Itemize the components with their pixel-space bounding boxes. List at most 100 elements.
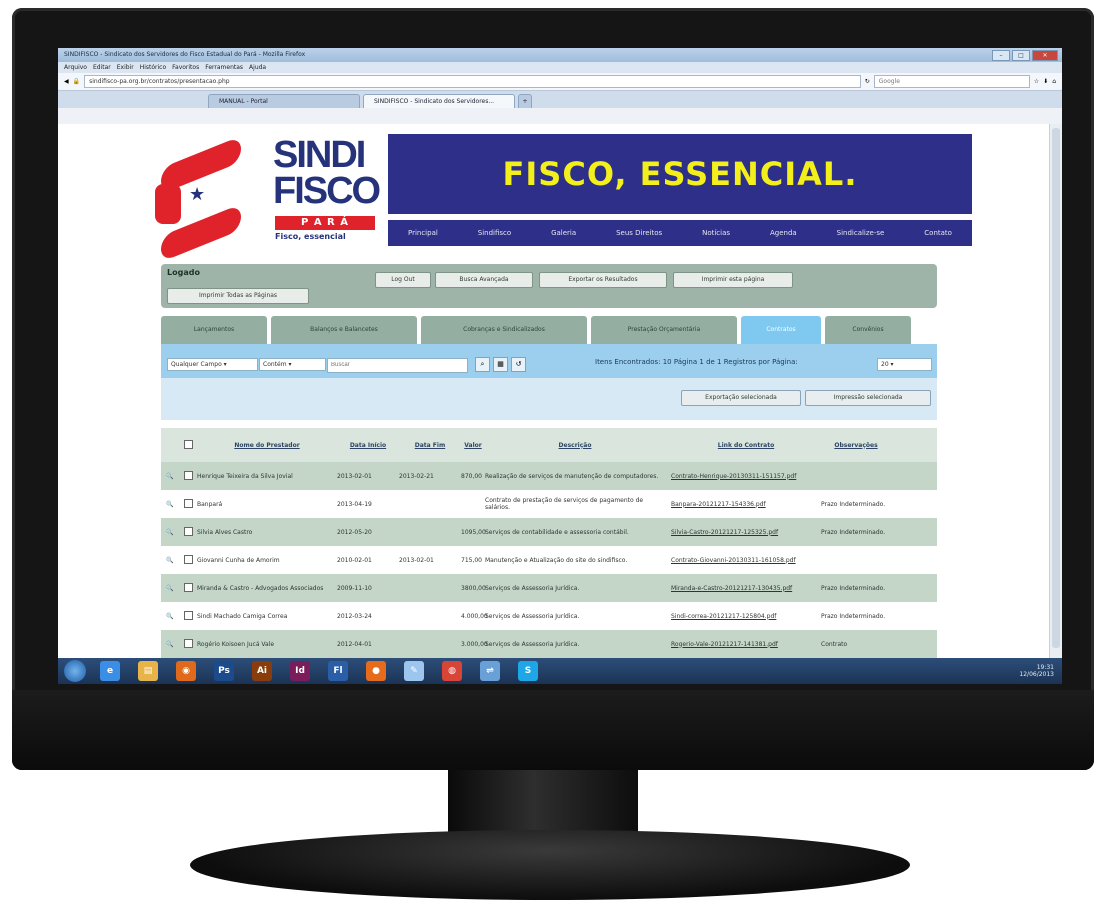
table-row[interactable]: 🔍 Giovanni Cunha de Amorim 2010-02-01 2013-…	[161, 546, 937, 574]
page-scrollbar[interactable]	[1049, 124, 1062, 658]
table-row[interactable]: 🔍 Henrique Teixeira da Silva Jovial 2013-0…	[161, 462, 937, 490]
nav-sindifisco[interactable]: Sindifisco	[478, 229, 511, 237]
notes-icon[interactable]: ✎	[404, 661, 424, 681]
reset-icon[interactable]: ↺	[511, 357, 526, 372]
download-icon[interactable]: ⬇	[1043, 78, 1048, 85]
maximize-button[interactable]: □	[1012, 50, 1030, 61]
tab-lancamentos[interactable]: Lançamentos	[161, 316, 267, 344]
logout-button[interactable]: Log Out	[375, 272, 431, 288]
network-icon[interactable]: ⇌	[480, 661, 500, 681]
photoshop-icon[interactable]: Ps	[214, 661, 234, 681]
url-field[interactable]: sindifisco-pa.org.br/contratos/presentac…	[84, 75, 861, 88]
row-checkbox[interactable]	[179, 526, 197, 538]
cell-link[interactable]: Sindi-correa-20121217-125804.pdf	[671, 613, 821, 620]
tab-manual-portal[interactable]: MANUAL - Portal	[208, 94, 360, 108]
search-icon[interactable]: ⌕	[475, 357, 490, 372]
row-checkbox[interactable]	[179, 610, 197, 622]
folder-icon[interactable]: ▤	[138, 661, 158, 681]
cell-link[interactable]: Contrato-Henrique-20130311-151157.pdf	[671, 473, 821, 480]
row-checkbox[interactable]	[179, 582, 197, 594]
per-page-select[interactable]: 20 ▾	[877, 358, 932, 371]
operator-select[interactable]: Contém ▾	[259, 358, 326, 371]
new-tab-button[interactable]: +	[518, 94, 532, 108]
indesign-icon[interactable]: Id	[290, 661, 310, 681]
nav-principal[interactable]: Principal	[408, 229, 438, 237]
print-selected-button[interactable]: Impressão selecionada	[805, 390, 931, 406]
filter-bar: Qualquer Campo ▾ Contém ▾ ⌕ ▦ ↺ Itens En…	[161, 344, 937, 378]
firefox-icon[interactable]: ●	[366, 661, 386, 681]
menu-item-ferramentas[interactable]: Ferramentas	[205, 62, 243, 73]
row-checkbox[interactable]	[179, 554, 197, 566]
skype-icon[interactable]: S	[518, 661, 538, 681]
header-data-inicio[interactable]: Data Início	[337, 442, 399, 449]
table-row[interactable]: 🔍 Sindi Machado Camiga Correa 2012-03-24 4.…	[161, 602, 937, 630]
view-icon[interactable]: 🔍	[161, 557, 179, 564]
search-term-input[interactable]	[327, 358, 468, 373]
row-checkbox[interactable]	[179, 638, 197, 650]
cell-link[interactable]: Contrato-Giovanni-20130311-161058.pdf	[671, 557, 821, 564]
view-icon[interactable]: 🔍	[161, 501, 179, 508]
ie-icon[interactable]: e	[100, 661, 120, 681]
tab-balancos[interactable]: Balanços e Balancetes	[271, 316, 417, 344]
view-icon[interactable]: 🔍	[161, 473, 179, 480]
menu-item-historico[interactable]: Histórico	[140, 62, 166, 73]
nav-contato[interactable]: Contato	[924, 229, 952, 237]
view-icon[interactable]: 🔍	[161, 641, 179, 648]
cell-valor: 1095,00	[461, 528, 486, 536]
nav-galeria[interactable]: Galeria	[551, 229, 576, 237]
tab-sindifisco[interactable]: SINDIFISCO - Sindicato dos Servidores...	[363, 94, 515, 108]
view-icon[interactable]: 🔍	[161, 529, 179, 536]
tab-prestacao[interactable]: Prestação Orçamentária	[591, 316, 737, 344]
tab-contratos[interactable]: Contratos	[741, 316, 821, 344]
cell-link[interactable]: Miranda-e-Castro-20121217-130435.pdf	[671, 585, 821, 592]
nav-sindicalize-se[interactable]: Sindicalize-se	[837, 229, 885, 237]
view-icon[interactable]: 🔍	[161, 585, 179, 592]
bookmark-star-icon[interactable]: ☆	[1034, 78, 1039, 85]
cell-link[interactable]: Banpara-20121217-154336.pdf	[671, 501, 821, 508]
cell-link[interactable]: Rogerio-Vale-20121217-141381.pdf	[671, 641, 821, 648]
menu-item-editar[interactable]: Editar	[93, 62, 111, 73]
table-row[interactable]: 🔍 Rogério Koisoen Jucá Vale 2012-04-01 3.00…	[161, 630, 937, 658]
nav-agenda[interactable]: Agenda	[770, 229, 797, 237]
header-nome[interactable]: Nome do Prestador	[197, 442, 337, 449]
header-observacoes[interactable]: Observações	[821, 442, 891, 449]
nav-noticias[interactable]: Notícias	[702, 229, 730, 237]
print-this-page-button[interactable]: Imprimir esta página	[673, 272, 793, 288]
header-link[interactable]: Link do Contrato	[671, 442, 821, 449]
view-icon[interactable]: 🔍	[161, 613, 179, 620]
media-icon[interactable]: ◉	[176, 661, 196, 681]
start-button[interactable]	[64, 660, 86, 682]
cell-link[interactable]: Silvia-Castro-20121217-125325.pdf	[671, 529, 821, 536]
row-checkbox[interactable]	[179, 498, 197, 510]
table-row[interactable]: 🔍 Miranda & Castro - Advogados Associados…	[161, 574, 937, 602]
menu-item-ajuda[interactable]: Ajuda	[249, 62, 266, 73]
flash-icon[interactable]: Fl	[328, 661, 348, 681]
tab-convenios[interactable]: Convênios	[825, 316, 911, 344]
menu-item-favoritos[interactable]: Favoritos	[172, 62, 199, 73]
print-all-pages-button[interactable]: Imprimir Todas as Páginas	[167, 288, 309, 304]
advanced-search-button[interactable]: Busca Avançada	[435, 272, 533, 288]
close-button[interactable]: ✕	[1032, 50, 1058, 61]
header-valor[interactable]: Valor	[461, 442, 485, 449]
nav-seus-direitos[interactable]: Seus Direitos	[616, 229, 662, 237]
row-checkbox[interactable]	[179, 470, 197, 482]
header-descricao[interactable]: Descrição	[485, 442, 671, 449]
back-icon[interactable]: ◀	[64, 78, 69, 85]
home-icon[interactable]: ⌂	[1052, 78, 1056, 85]
reload-icon[interactable]: ↻	[865, 78, 870, 85]
export-selected-button[interactable]: Exportação selecionada	[681, 390, 801, 406]
advanced-filter-icon[interactable]: ▦	[493, 357, 508, 372]
menu-item-arquivo[interactable]: Arquivo	[64, 62, 87, 73]
select-all-checkbox[interactable]	[183, 439, 193, 449]
minimize-button[interactable]: –	[992, 50, 1010, 61]
table-row[interactable]: 🔍 Silvia Alves Castro 2012-05-20 1095,00 Ser…	[161, 518, 937, 546]
header-data-fim[interactable]: Data Fim	[399, 442, 461, 449]
chrome-icon[interactable]: ◍	[442, 661, 462, 681]
illustrator-icon[interactable]: Ai	[252, 661, 272, 681]
tab-cobrancas[interactable]: Cobranças e Sindicalizados	[421, 316, 587, 344]
search-input[interactable]: Google	[873, 75, 1030, 88]
field-select[interactable]: Qualquer Campo ▾	[167, 358, 258, 371]
menu-item-exibir[interactable]: Exibir	[117, 62, 134, 73]
export-results-button[interactable]: Exportar os Resultados	[539, 272, 667, 288]
table-row[interactable]: 🔍 Banpará 2013-04-19 Contrato de prestação …	[161, 490, 937, 518]
